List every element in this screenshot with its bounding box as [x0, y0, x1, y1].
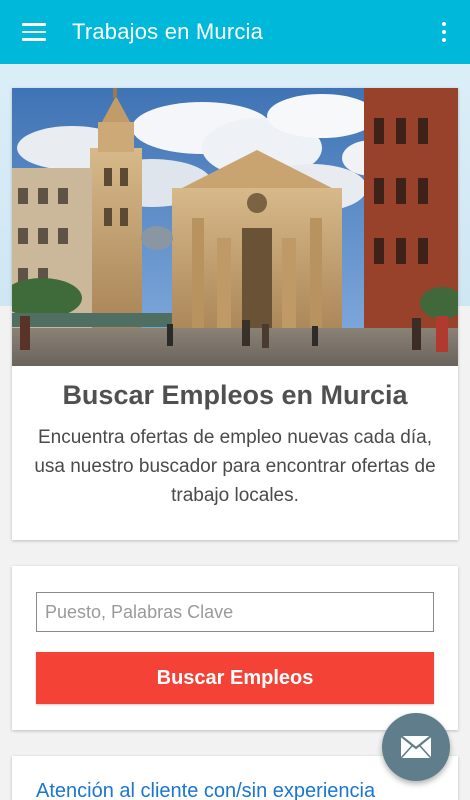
overflow-menu-button[interactable]: [418, 0, 470, 64]
app-bar: Trabajos en Murcia: [0, 0, 470, 64]
search-card: Buscar Empleos: [12, 566, 458, 730]
job-listing-link[interactable]: Atención al cliente con/sin experiencia: [36, 780, 375, 800]
hamburger-menu-icon: [22, 23, 46, 41]
hero-description: Encuentra ofertas de empleo nuevas cada …: [34, 427, 436, 506]
envelope-icon: [401, 736, 431, 758]
search-input[interactable]: [36, 592, 434, 632]
menu-button[interactable]: [0, 0, 68, 64]
contact-fab-button[interactable]: [382, 713, 450, 781]
more-vertical-icon: [442, 22, 446, 42]
app-title: Trabajos en Murcia: [72, 19, 264, 44]
search-jobs-button[interactable]: Buscar Empleos: [36, 652, 434, 704]
hero-title: Buscar Empleos en Murcia: [62, 380, 408, 410]
hero-card: Buscar Empleos en Murcia Encuentra ofert…: [12, 88, 458, 540]
murcia-cathedral-photo: [12, 88, 458, 366]
